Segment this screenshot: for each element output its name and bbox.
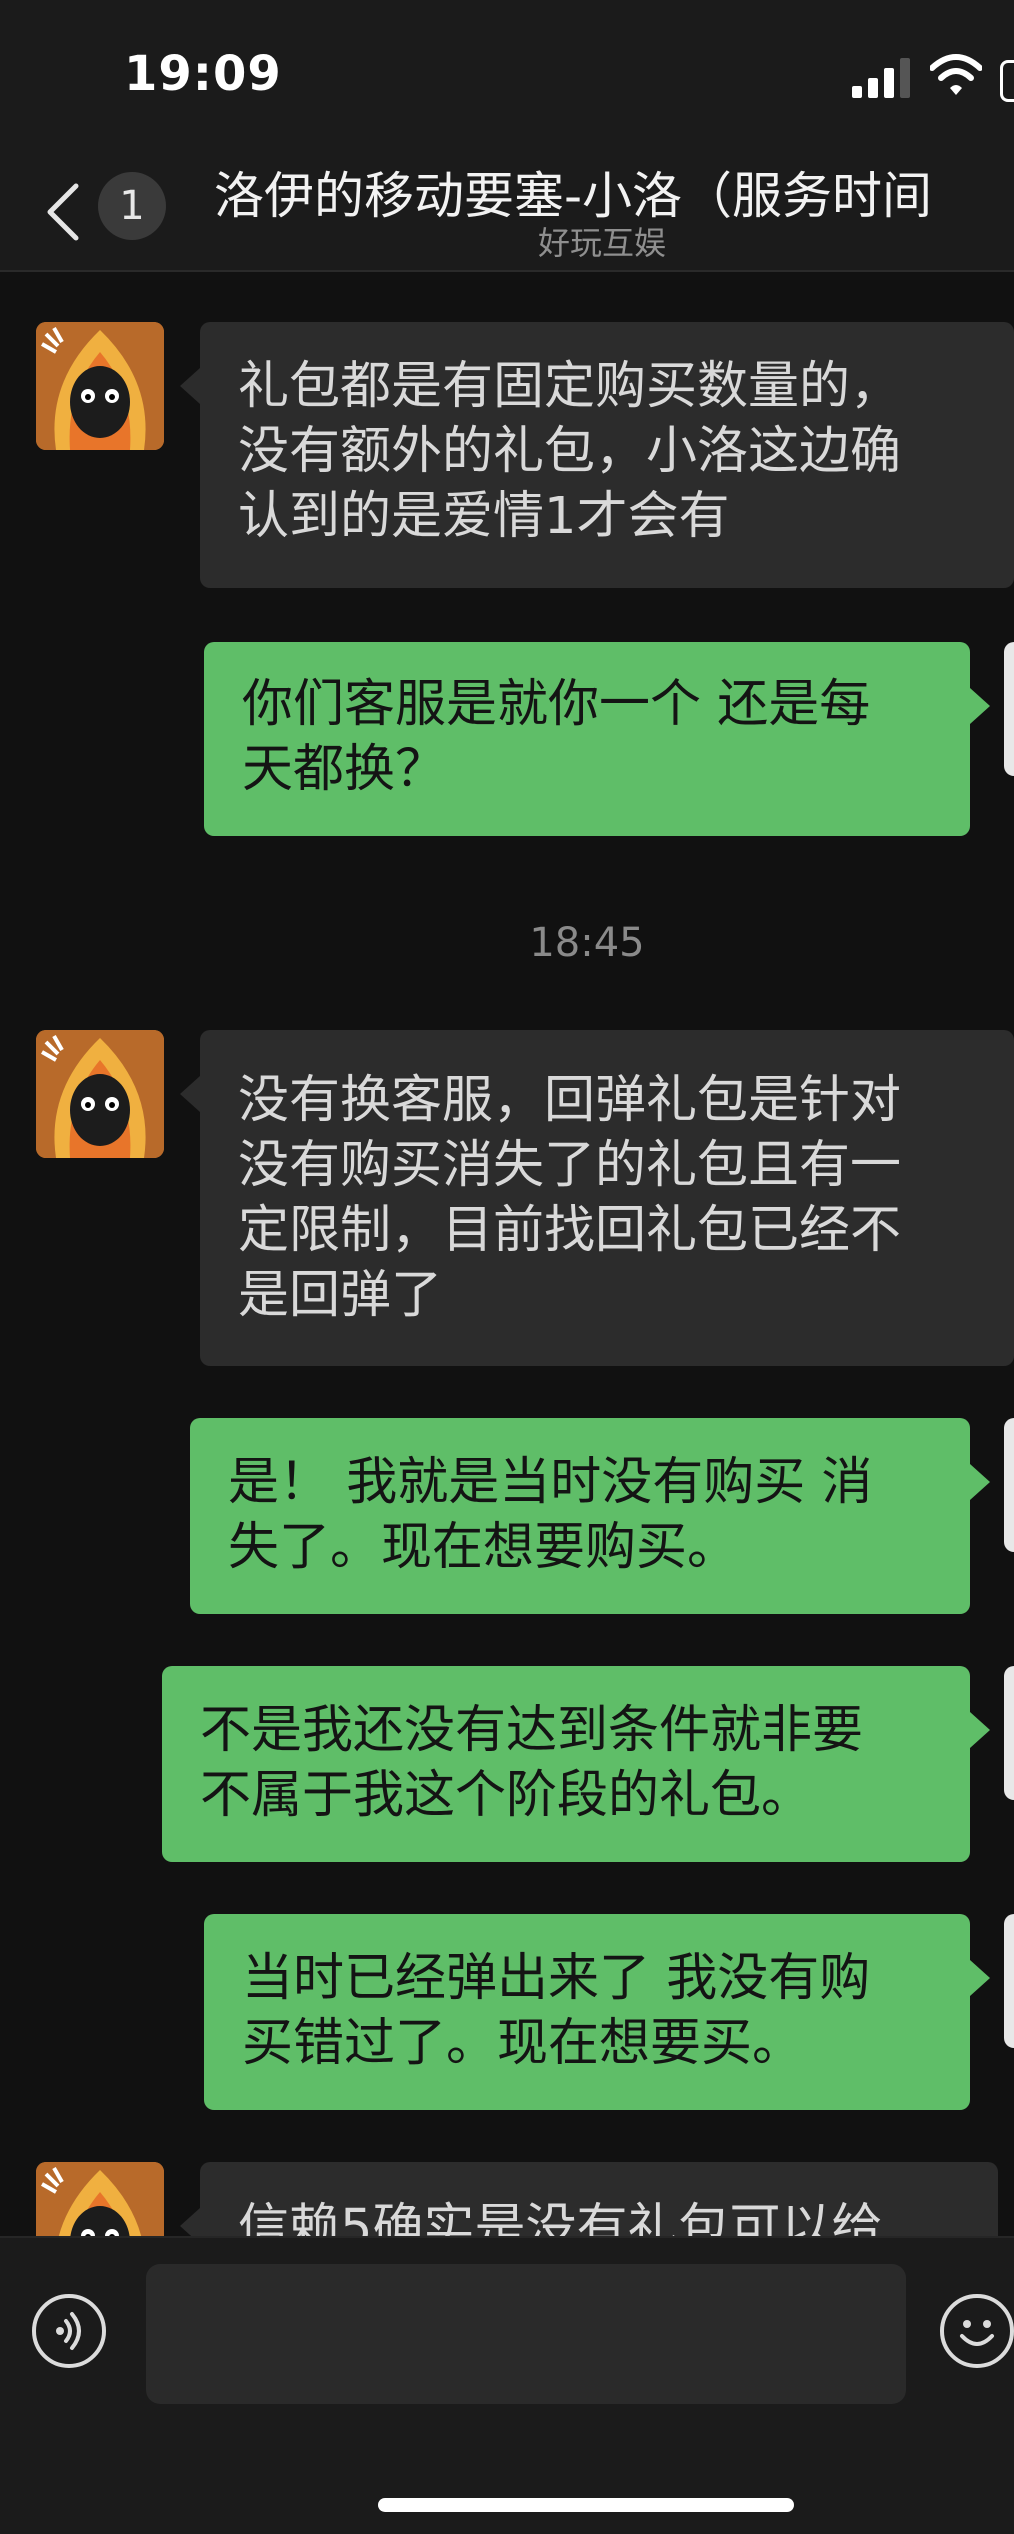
message-line: 定限制，目前找回礼包已经不 [238, 1201, 902, 1260]
battery-icon [1000, 60, 1014, 102]
message-line: 是！ 我就是当时没有购买 消 [228, 1453, 873, 1512]
home-indicator[interactable] [378, 2498, 794, 2512]
message-input[interactable] [146, 2264, 906, 2404]
message-line: 失了。现在想要购买。 [228, 1518, 739, 1577]
status-bar: 19:09 [0, 0, 1014, 150]
message-line: 天都换？ [242, 740, 447, 799]
message-bubble-outgoing[interactable]: 不是我还没有达到条件就非要 不属于我这个阶段的礼包。 [162, 1666, 990, 1862]
own-avatar-edge[interactable] [1004, 1914, 1014, 2048]
emoji-button[interactable] [940, 2294, 1014, 2368]
message-bubble-incoming[interactable]: 没有换客服，回弹礼包是针对 没有购买消失了的礼包且有一 定限制，目前找回礼包已经… [180, 1030, 1014, 1366]
voice-icon [56, 2312, 81, 2350]
message-bubble-outgoing[interactable]: 是！ 我就是当时没有购买 消 失了。现在想要购买。 [190, 1418, 990, 1614]
message-line: 买错过了。现在想要买。 [242, 2014, 804, 2073]
wifi-icon [930, 54, 982, 95]
message-line: 当时已经弹出来了 我没有购 [242, 1949, 871, 2008]
message-line: 礼包都是有固定购买数量的， [238, 357, 902, 416]
avatar-image [36, 1030, 164, 1158]
message-line: 不是我还没有达到条件就非要 [200, 1701, 864, 1760]
message-line: 没有额外的礼包，小洛这边确 [238, 422, 902, 481]
message-bubble-outgoing[interactable]: 当时已经弹出来了 我没有购 买错过了。现在想要买。 [204, 1914, 990, 2110]
message-bubble-incoming[interactable]: 礼包都是有固定购买数量的， 没有额外的礼包，小洛这边确 认到的是爱情1才会有 [180, 322, 1014, 588]
message-line: 没有购买消失了的礼包且有一 [238, 1136, 902, 1195]
own-avatar-edge[interactable] [1004, 1418, 1014, 1552]
message-bubble-outgoing[interactable]: 你们客服是就你一个 还是每 天都换？ [204, 642, 990, 836]
avatar-image [36, 322, 164, 450]
message-line: 不属于我这个阶段的礼包。 [200, 1766, 813, 1825]
message-line: 是回弹了 [238, 1266, 443, 1325]
signal-icon [852, 58, 910, 98]
input-bar [0, 2236, 1014, 2534]
message-timestamp: 18:45 [529, 920, 645, 966]
message-line: 认到的是爱情1才会有 [238, 487, 730, 546]
message-line: 没有换客服，回弹礼包是针对 [238, 1071, 902, 1130]
emoji-icon [960, 2320, 994, 2346]
chat-header: 1 洛伊的移动要塞-小洛（服务时间 好玩互娱 [0, 150, 1014, 272]
own-avatar-edge[interactable] [1004, 642, 1014, 776]
contact-avatar[interactable] [36, 322, 164, 450]
message-line: 你们客服是就你一个 还是每 [242, 675, 871, 734]
contact-avatar[interactable] [36, 1030, 164, 1158]
chat-subtitle: 好玩互娱 [537, 224, 666, 262]
voice-button[interactable] [32, 2294, 106, 2368]
own-avatar-edge[interactable] [1004, 1666, 1014, 1800]
status-time: 19:09 [124, 46, 282, 102]
